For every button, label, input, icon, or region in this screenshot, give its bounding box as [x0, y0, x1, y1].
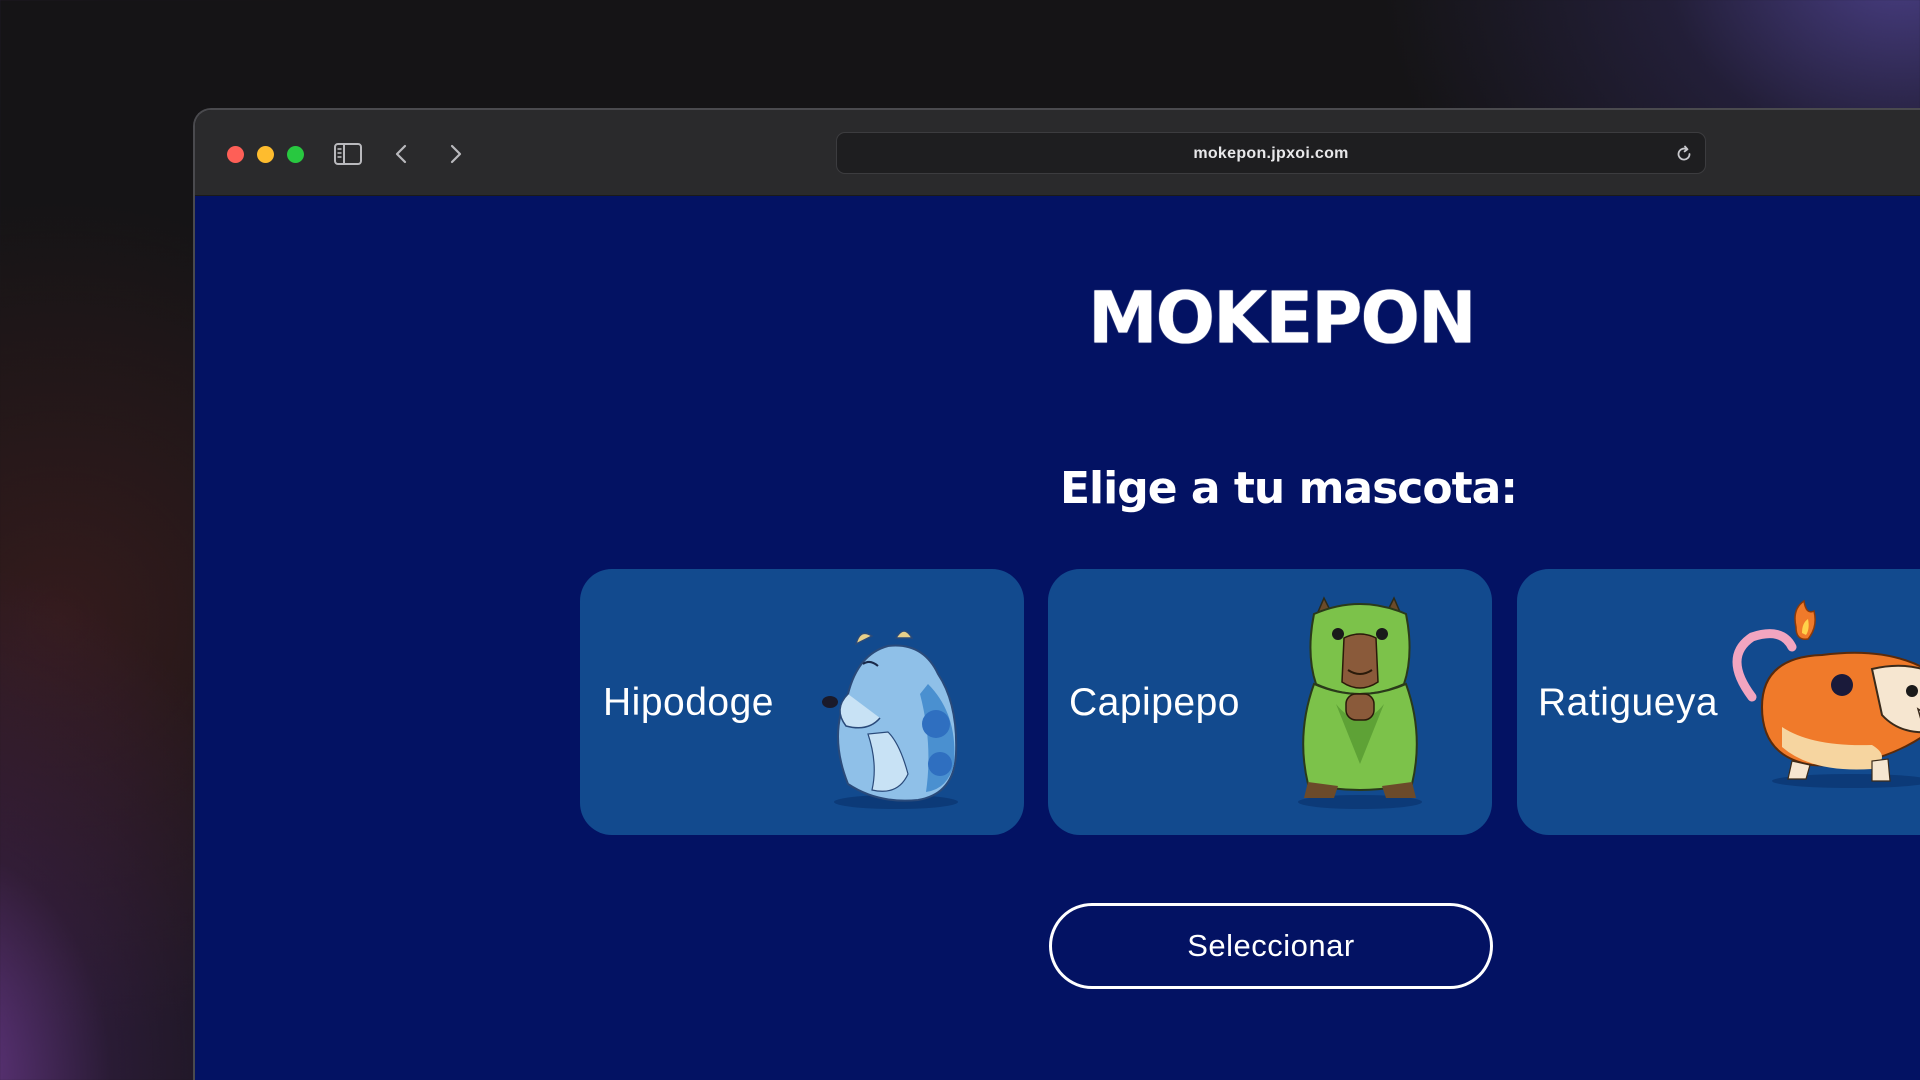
- window-controls: [227, 146, 304, 163]
- back-arrow-icon[interactable]: [386, 138, 418, 170]
- green-capybara-creature-icon: [1278, 594, 1448, 814]
- pet-name: Hipodoge: [603, 681, 774, 724]
- blue-hippo-creature-icon: [808, 614, 978, 814]
- close-window-button[interactable]: [227, 146, 244, 163]
- browser-window: mokepon.jpxoi.com MOKEPON Elige a tu mas…: [193, 108, 1920, 1080]
- address-bar[interactable]: mokepon.jpxoi.com: [836, 132, 1706, 174]
- browser-toolbar: mokepon.jpxoi.com: [195, 110, 1920, 196]
- minimize-window-button[interactable]: [257, 146, 274, 163]
- mokepon-logo: MOKEPON: [1088, 276, 1477, 360]
- forward-arrow-icon[interactable]: [439, 138, 471, 170]
- pet-name: Capipepo: [1069, 681, 1240, 724]
- pet-card-ratigueya[interactable]: Ratigueya: [1517, 569, 1920, 835]
- pet-card-hipodoge[interactable]: Hipodoge: [580, 569, 1024, 835]
- select-button[interactable]: Seleccionar: [1049, 903, 1493, 989]
- url-text: mokepon.jpxoi.com: [1193, 145, 1349, 162]
- reload-icon[interactable]: [1673, 143, 1695, 165]
- zoom-window-button[interactable]: [287, 146, 304, 163]
- pet-name: Ratigueya: [1538, 681, 1719, 724]
- page-subtitle: Elige a tu mascota:: [1060, 463, 1518, 514]
- pet-card-capipepo[interactable]: Capipepo: [1048, 569, 1492, 835]
- page-content: MOKEPON Elige a tu mascota: Hipodoge Cap…: [195, 196, 1920, 1080]
- sidebar-toggle-icon[interactable]: [332, 138, 364, 170]
- orange-fire-rat-creature-icon: [1722, 597, 1920, 807]
